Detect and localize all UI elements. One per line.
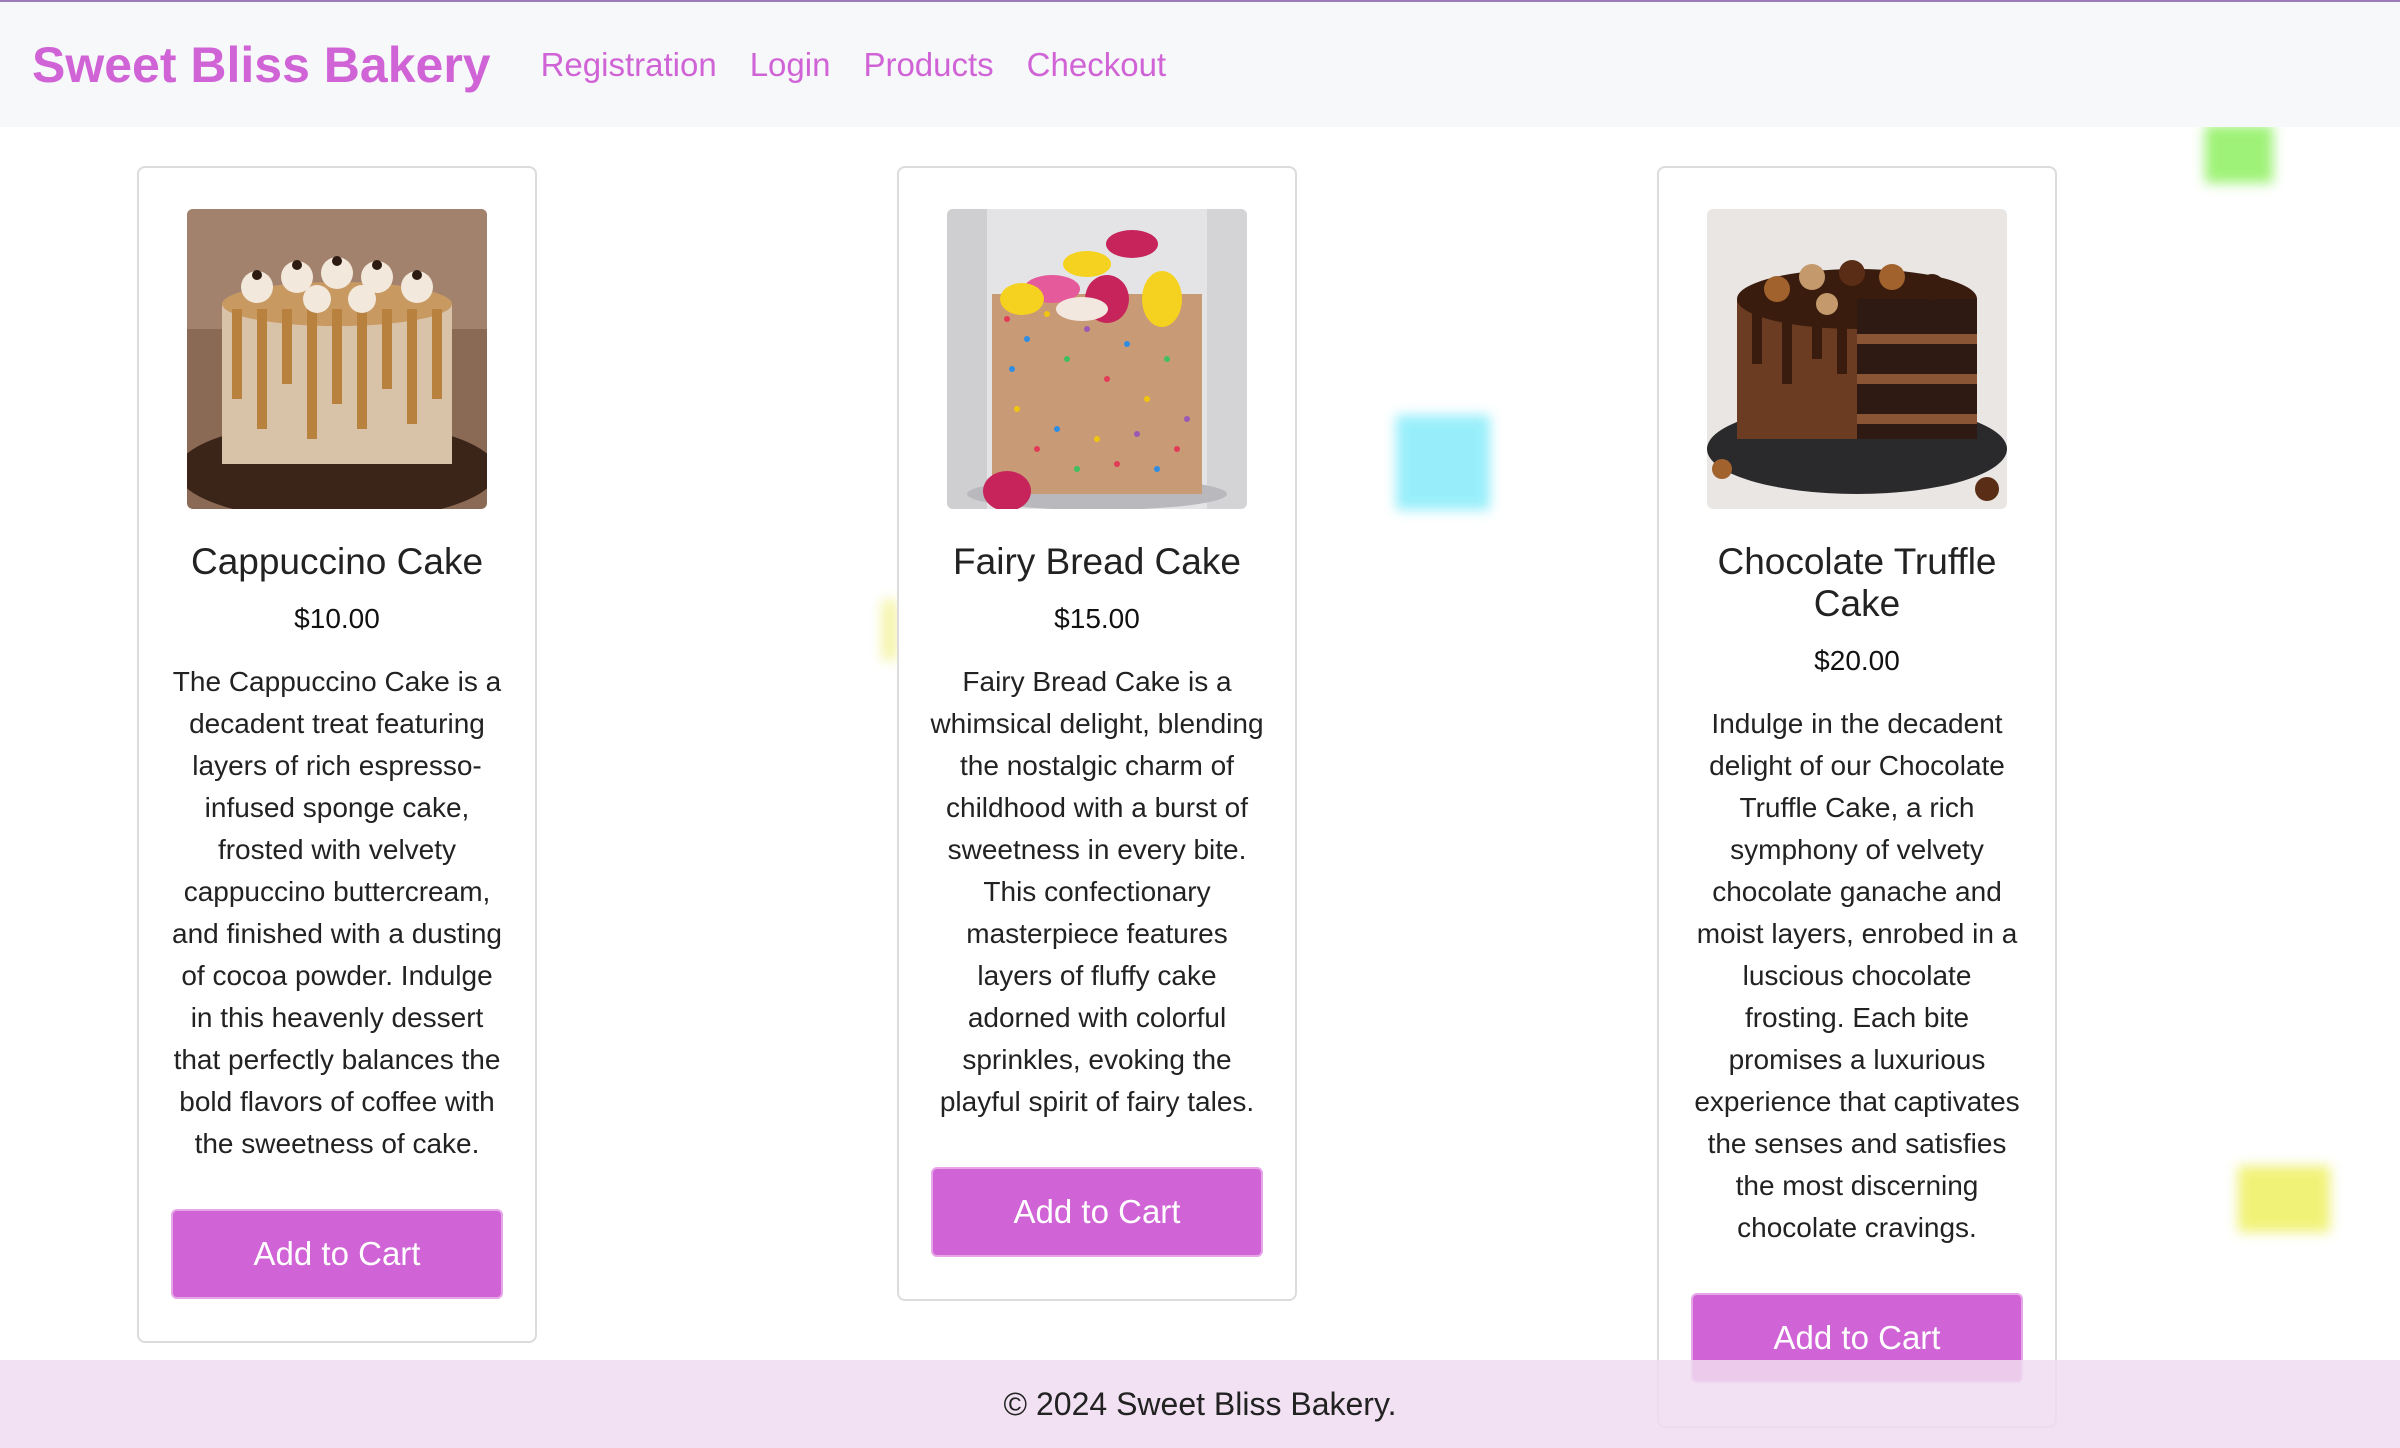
product-name: Fairy Bread Cake [953,541,1241,582]
product-description: The Cappuccino Cake is a decadent treat … [172,666,502,1159]
add-to-cart-button[interactable]: Add to Cart [931,1167,1263,1257]
product-price: $20.00 [1814,645,1900,676]
product-name: Cappuccino Cake [190,541,484,582]
decorative-cyan-square [1396,415,1490,510]
product-name: Chocolate Truffle Cake [1717,541,1997,624]
product-description: Fairy Bread Cake is a whimsical delight,… [930,666,1264,1117]
nav-link-products[interactable]: Products [863,46,993,84]
nav-links: Registration Login Products Checkout [541,46,1200,84]
top-navbar: Sweet Bliss Bakery Registration Login Pr… [0,0,2400,127]
fairy-bread-cake-image [947,209,1247,509]
decorative-green-square [2205,125,2273,183]
cappuccino-cake-image [187,209,487,509]
chocolate-truffle-cake-image [1707,209,2007,509]
nav-link-login[interactable]: Login [750,46,831,84]
brand-logo[interactable]: Sweet Bliss Bakery [32,36,491,94]
decorative-yellow-square [2238,1166,2330,1232]
nav-link-registration[interactable]: Registration [541,46,717,84]
product-price: $10.00 [294,603,380,634]
footer: © 2024 Sweet Bliss Bakery. [0,1360,2400,1448]
product-price: $15.00 [1054,603,1140,634]
product-description: Indulge in the decadent delight of our C… [1694,708,2020,1243]
footer-copyright: © 2024 Sweet Bliss Bakery. [1003,1385,1397,1422]
add-to-cart-button[interactable]: Add to Cart [171,1209,503,1299]
product-card-chocolate-truffle: Chocolate Truffle Cake $20.00 Indulge in… [1657,166,2057,1428]
product-card-fairy-bread: Fairy Bread Cake $15.00 Fairy Bread Cake… [897,166,1297,1301]
product-card-cappuccino: Cappuccino Cake $10.00 The Cappuccino Ca… [137,166,537,1343]
nav-link-checkout[interactable]: Checkout [1027,46,1166,84]
decorative-yellow-sliver [882,600,898,660]
